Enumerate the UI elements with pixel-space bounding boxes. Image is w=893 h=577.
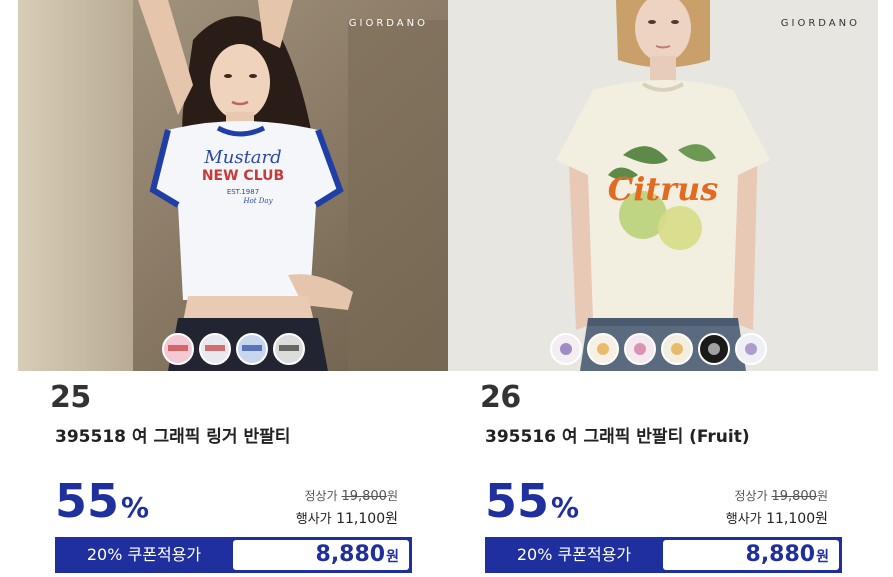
- product-card-25[interactable]: Mustard NEW CLUB EST.1987 Hot Day GIORDA…: [18, 0, 448, 577]
- discount-number: 55: [485, 474, 550, 528]
- brand-logo: GIORDANO: [349, 18, 428, 29]
- regular-price-label: 정상가: [304, 489, 338, 503]
- shirt-graphic-sub: EST.1987: [227, 188, 259, 196]
- product-name[interactable]: 395518 여 그래픽 링거 반팔티: [55, 422, 290, 447]
- sale-price-label: 행사가: [725, 512, 762, 527]
- coupon-label: 20% 쿠폰적용가: [516, 545, 632, 564]
- sale-price-label: 행사가: [295, 512, 332, 527]
- product-card-26[interactable]: Citrus GIORDANO 26 395516 여 그래픽 반팔티 (Fru…: [448, 0, 878, 577]
- rank-number: 25: [50, 380, 91, 415]
- sale-price: 행사가 11,100원: [726, 508, 828, 528]
- discount-rate: 55%: [485, 478, 579, 524]
- sale-price: 행사가 11,100원: [296, 508, 398, 528]
- discount-unit: %: [551, 491, 580, 524]
- shirt-graphic-main: NEW CLUB: [202, 168, 284, 184]
- sale-price-unit: 원: [815, 511, 828, 527]
- product-name[interactable]: 395516 여 그래픽 반팔티 (Fruit): [485, 422, 750, 447]
- discount-number: 55: [55, 474, 120, 528]
- regular-price-value: 19,800: [341, 489, 387, 504]
- brand-logo: GIORDANO: [781, 18, 860, 29]
- regular-price-label: 정상가: [734, 489, 768, 503]
- coupon-price-box: 8,880원: [233, 540, 409, 570]
- product-grid: Mustard NEW CLUB EST.1987 Hot Day GIORDA…: [0, 0, 893, 577]
- regular-price-value: 19,800: [771, 489, 817, 504]
- rank-number: 26: [480, 380, 521, 415]
- coupon-price-value: 8,880: [315, 542, 386, 567]
- sale-price-unit: 원: [385, 511, 398, 527]
- shirt-graphic-script: Citrus: [608, 170, 719, 208]
- coupon-price-box: 8,880원: [663, 540, 839, 570]
- product-image[interactable]: Citrus GIORDANO: [448, 0, 878, 371]
- coupon-label: 20% 쿠폰적용가: [86, 545, 202, 564]
- coupon-price-bar[interactable]: 20% 쿠폰적용가 8,880원: [485, 537, 842, 573]
- coupon-price-value: 8,880: [745, 542, 816, 567]
- coupon-price-unit: 원: [386, 549, 399, 565]
- regular-price: 정상가 19,800원: [305, 487, 399, 504]
- discount-rate: 55%: [55, 478, 149, 524]
- regular-price: 정상가 19,800원: [735, 487, 829, 504]
- sale-price-value: 11,100: [336, 511, 386, 527]
- regular-price-unit: 원: [386, 489, 398, 503]
- coupon-price-unit: 원: [816, 549, 829, 565]
- shirt-graphic-script: Mustard: [203, 147, 281, 168]
- sale-price-value: 11,100: [766, 511, 816, 527]
- discount-unit: %: [121, 491, 150, 524]
- shirt-graphic-tail: Hot Day: [242, 197, 273, 205]
- coupon-price-bar[interactable]: 20% 쿠폰적용가 8,880원: [55, 537, 412, 573]
- product-image[interactable]: Mustard NEW CLUB EST.1987 Hot Day GIORDA…: [18, 0, 448, 371]
- regular-price-unit: 원: [816, 489, 828, 503]
